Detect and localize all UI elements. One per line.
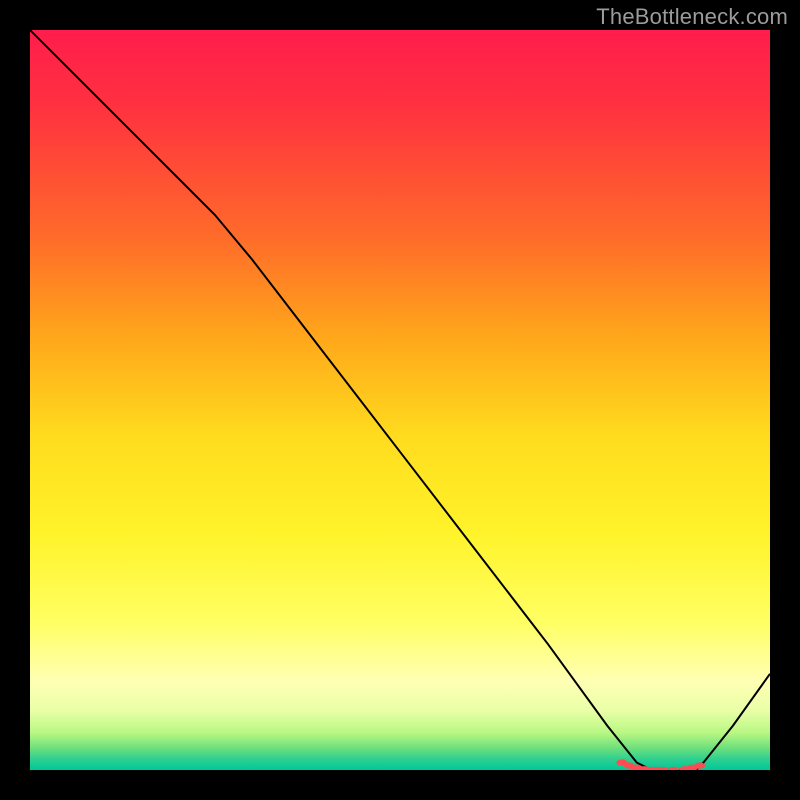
chart-stage: TheBottleneck.com [0,0,800,800]
bottleneck-curve [30,30,770,770]
optimal-range-markers [617,759,706,770]
chart-line-layer [30,30,770,770]
watermark-text: TheBottleneck.com [596,4,788,30]
marker-point [668,767,679,770]
marker-point [694,762,705,768]
